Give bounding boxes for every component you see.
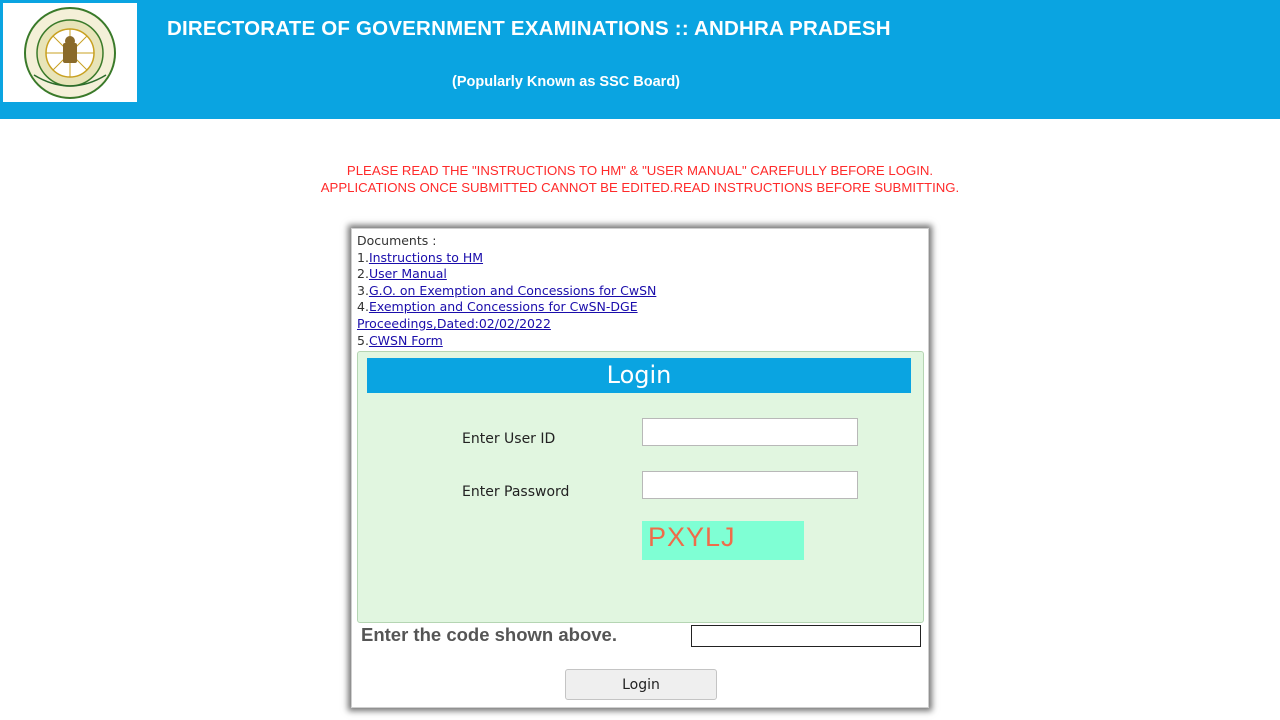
- document-item: 1.Instructions to HM: [357, 250, 737, 267]
- go-exemption-link[interactable]: G.O. on Exemption and Concessions for Cw…: [369, 283, 656, 298]
- exemption-proceedings-link[interactable]: Exemption and Concessions for CwSN-DGE: [369, 299, 638, 314]
- user-id-input[interactable]: [642, 418, 858, 446]
- login-form: Login Enter User ID Enter Password PXYLJ: [357, 351, 924, 623]
- notice-line-1: PLEASE READ THE "INSTRUCTIONS TO HM" & "…: [346, 163, 934, 178]
- password-input[interactable]: [642, 471, 858, 499]
- document-number: 5.: [357, 332, 369, 348]
- captcha-code-input[interactable]: [691, 625, 921, 647]
- document-item: 5.CWSN Form: [357, 333, 737, 350]
- login-button[interactable]: Login: [565, 669, 717, 700]
- site-header: DIRECTORATE OF GOVERNMENT EXAMINATIONS :…: [0, 0, 1280, 119]
- user-manual-link[interactable]: User Manual: [369, 266, 447, 281]
- document-item: 3.G.O. on Exemption and Concessions for …: [357, 283, 737, 300]
- login-title: Login: [367, 358, 911, 393]
- login-notice: PLEASE READ THE "INSTRUCTIONS TO HM" & "…: [0, 163, 1280, 196]
- password-label: Enter Password: [462, 484, 570, 500]
- site-title: DIRECTORATE OF GOVERNMENT EXAMINATIONS :…: [167, 17, 891, 40]
- cwsn-form-link[interactable]: CWSN Form: [369, 333, 443, 348]
- document-item: 4.Exemption and Concessions for CwSN-DGE: [357, 299, 737, 316]
- login-panel: Documents : 1.Instructions to HM 2.User …: [351, 228, 929, 708]
- documents-heading: Documents :: [357, 233, 437, 248]
- andhra-pradesh-emblem-icon: [24, 6, 116, 99]
- documents-list: Documents : 1.Instructions to HM 2.User …: [357, 233, 737, 349]
- document-number: 2.: [357, 266, 369, 282]
- document-item: 2.User Manual: [357, 266, 737, 283]
- logo: [3, 3, 137, 102]
- user-id-label: Enter User ID: [462, 431, 556, 447]
- site-subtitle: (Popularly Known as SSC Board): [452, 74, 680, 90]
- captcha-image: PXYLJ: [642, 521, 804, 560]
- document-number: 4.: [357, 299, 369, 315]
- captcha-code-label: Enter the code shown above.: [361, 624, 617, 645]
- document-number: 3.: [357, 282, 369, 298]
- document-item-continued: Proceedings,Dated:02/02/2022: [357, 316, 737, 333]
- document-number: 1.: [357, 249, 369, 265]
- exemption-proceedings-link-continued[interactable]: Proceedings,Dated:02/02/2022: [357, 316, 551, 331]
- instructions-to-hm-link[interactable]: Instructions to HM: [369, 250, 483, 265]
- notice-line-2: APPLICATIONS ONCE SUBMITTED CANNOT BE ED…: [320, 179, 960, 195]
